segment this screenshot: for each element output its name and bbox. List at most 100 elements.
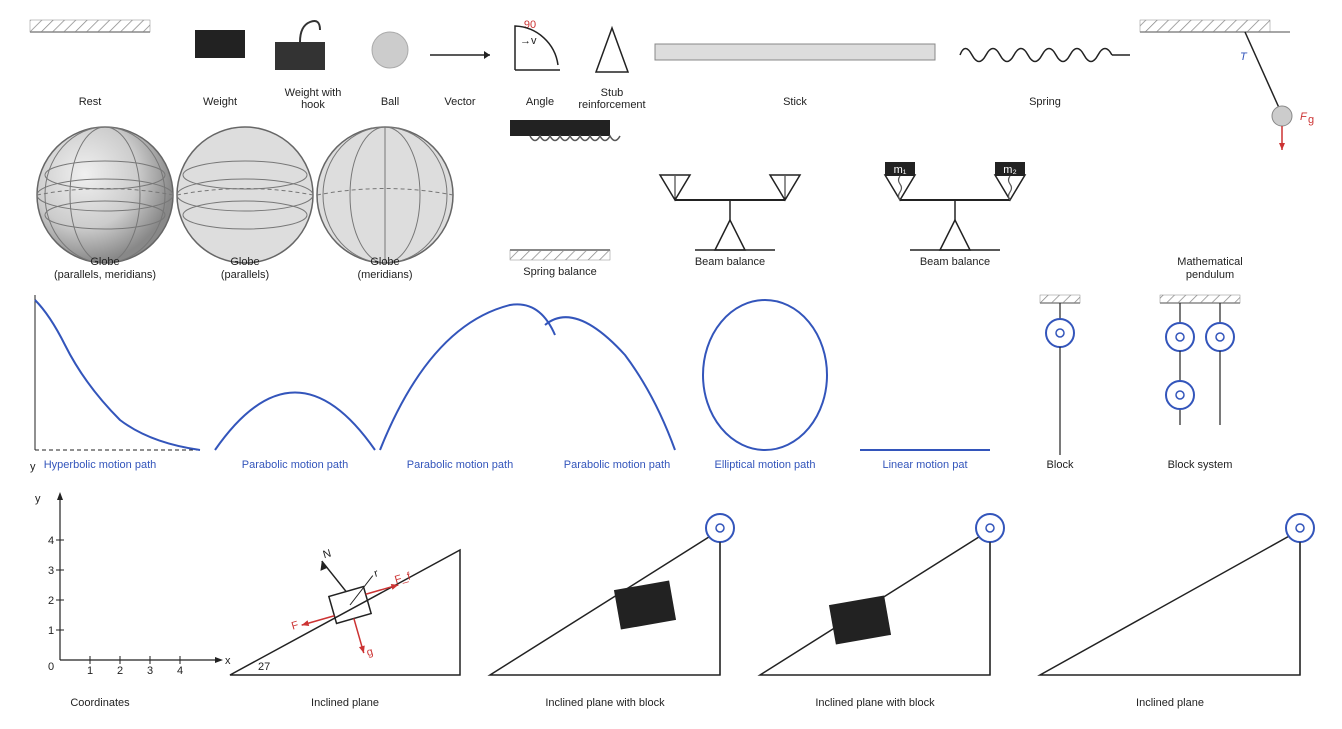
angle-label: Angle <box>526 96 554 108</box>
spring-balance-top <box>510 120 610 136</box>
stick-label: Stick <box>783 96 807 108</box>
globe-par-shape <box>177 127 313 263</box>
spring-label: Spring <box>1029 96 1061 108</box>
weight-hook-label-line2: hook <box>301 99 325 111</box>
force-r-text: r <box>373 567 380 580</box>
math-pendulum-label-line2: pendulum <box>1186 269 1234 281</box>
hook-shape <box>300 21 320 42</box>
force-F-text: F <box>290 619 300 632</box>
force-g-text: g <box>365 646 374 659</box>
globe-meridians-label-line1: Globe <box>370 256 399 268</box>
para3-curve <box>545 317 675 450</box>
block-system-label: Block system <box>1168 459 1233 471</box>
vector-label: Vector <box>444 96 476 108</box>
vector-arrow <box>484 51 490 59</box>
coord-y-label: y <box>35 493 41 505</box>
spring-coil <box>960 49 1112 62</box>
inclined-pulley1-in <box>716 524 724 532</box>
stub-shape <box>596 28 628 72</box>
parabolic2-label: Parabolic motion path <box>407 459 513 471</box>
beam-fulcrum1 <box>715 220 745 250</box>
spring-balance-label: Spring balance <box>523 266 596 278</box>
force-N-line <box>322 557 346 596</box>
force-F-head <box>301 620 309 628</box>
inclined-plane-label: Inclined plane <box>311 697 379 709</box>
weight-hook-label-line1: Weight with <box>285 87 342 99</box>
inclined-angle1: 27 <box>258 661 270 673</box>
beam-spring-r <box>1009 176 1012 200</box>
globe-all-label-line2: (parallels, meridians) <box>54 269 156 281</box>
coord-yarrow <box>57 492 63 500</box>
beam-spring-l <box>899 176 902 200</box>
weight-label: Weight <box>203 96 237 108</box>
weight-hook-shape <box>275 42 325 70</box>
angle-v-arrow: →v <box>520 35 537 47</box>
stick-shape <box>655 44 935 60</box>
hyperbolic-label: Hyperbolic motion path <box>44 459 157 471</box>
para1-curve <box>215 393 375 451</box>
elliptical-label: Elliptical motion path <box>715 459 816 471</box>
coord-num-3: 3 <box>48 565 54 577</box>
para2-curve <box>380 304 555 450</box>
globe-all-shape <box>37 127 173 263</box>
pendulum-Fg: F <box>1300 111 1308 123</box>
pendulum-hatch <box>1140 20 1270 32</box>
weight-shape <box>195 30 245 58</box>
coord-xarrow <box>215 657 223 663</box>
linear-label: Linear motion pat <box>883 459 968 471</box>
ellipse-curve <box>703 300 827 450</box>
angle-arc <box>515 26 558 70</box>
force-Ff-text: F_f <box>393 570 412 586</box>
inclined-pulley2-in <box>986 524 994 532</box>
pendulum-Fg-sub: g <box>1308 114 1314 126</box>
coordinates-label: Coordinates <box>70 697 130 709</box>
coord-num-2: 2 <box>48 595 54 607</box>
mass-m2-label: m₂ <box>1003 164 1016 176</box>
inclined-block1-rect <box>614 580 676 629</box>
block-hatch <box>1040 295 1080 303</box>
globe-parallels-label-line2: (parallels) <box>221 269 269 281</box>
parabolic3-label: Parabolic motion path <box>564 459 670 471</box>
math-pendulum-label-line1: Mathematical <box>1177 256 1242 268</box>
inclined-plane2-shape <box>1040 530 1300 675</box>
beam-pan-left2 <box>885 175 915 200</box>
parabolic1-label: Parabolic motion path <box>242 459 348 471</box>
hyp-curve <box>35 300 200 450</box>
block-sys-wheel1-in <box>1176 333 1184 341</box>
block-label: Block <box>1047 459 1074 471</box>
inclined-plane2-label: Inclined plane <box>1136 697 1204 709</box>
inclined-block2-rect <box>829 595 891 644</box>
force-N-text: N <box>322 547 333 561</box>
globe-all-label-line1: Globe <box>90 256 119 268</box>
inclined-plane1-shape <box>230 550 460 675</box>
row3-y-axis: y <box>30 461 36 473</box>
coord-num-0: 0 <box>48 661 54 673</box>
block-sys-wheel3-in <box>1176 391 1184 399</box>
pendulum-ball <box>1272 106 1292 126</box>
stub-label-line1: Stub <box>601 87 624 99</box>
globe-meridians-label-line2: (meridians) <box>357 269 412 281</box>
beam-balance2-label: Beam balance <box>920 256 990 268</box>
coord-xnum-1: 1 <box>87 665 93 677</box>
stub-label-line2: reinforcement <box>578 99 645 111</box>
inclined-block2-label: Inclined plane with block <box>815 697 935 709</box>
beam-balance1-label: Beam balance <box>695 256 765 268</box>
block-wheel1-inner <box>1056 329 1064 337</box>
inclined-block1-label: Inclined plane with block <box>545 697 665 709</box>
pendulum-arrow-head <box>1279 143 1285 150</box>
coord-x-label: x <box>225 655 231 667</box>
pendulum-string <box>1245 32 1280 110</box>
coord-xnum-2: 2 <box>117 665 123 677</box>
block-sys-hatch <box>1160 295 1240 303</box>
rest-label: Rest <box>79 96 102 108</box>
inclined-block1-shape <box>490 530 720 675</box>
spring-balance-ground <box>510 250 610 260</box>
pendulum-T: T <box>1240 51 1248 63</box>
beam-pan-right2 <box>995 175 1025 200</box>
spring-balance-spring <box>530 136 620 141</box>
beam-fulcrum2 <box>940 220 970 250</box>
coord-num-4: 4 <box>48 535 54 547</box>
globe-parallels-label-line1: Globe <box>230 256 259 268</box>
coord-xnum-4: 4 <box>177 665 183 677</box>
inclined-pulley3-in <box>1296 524 1304 532</box>
